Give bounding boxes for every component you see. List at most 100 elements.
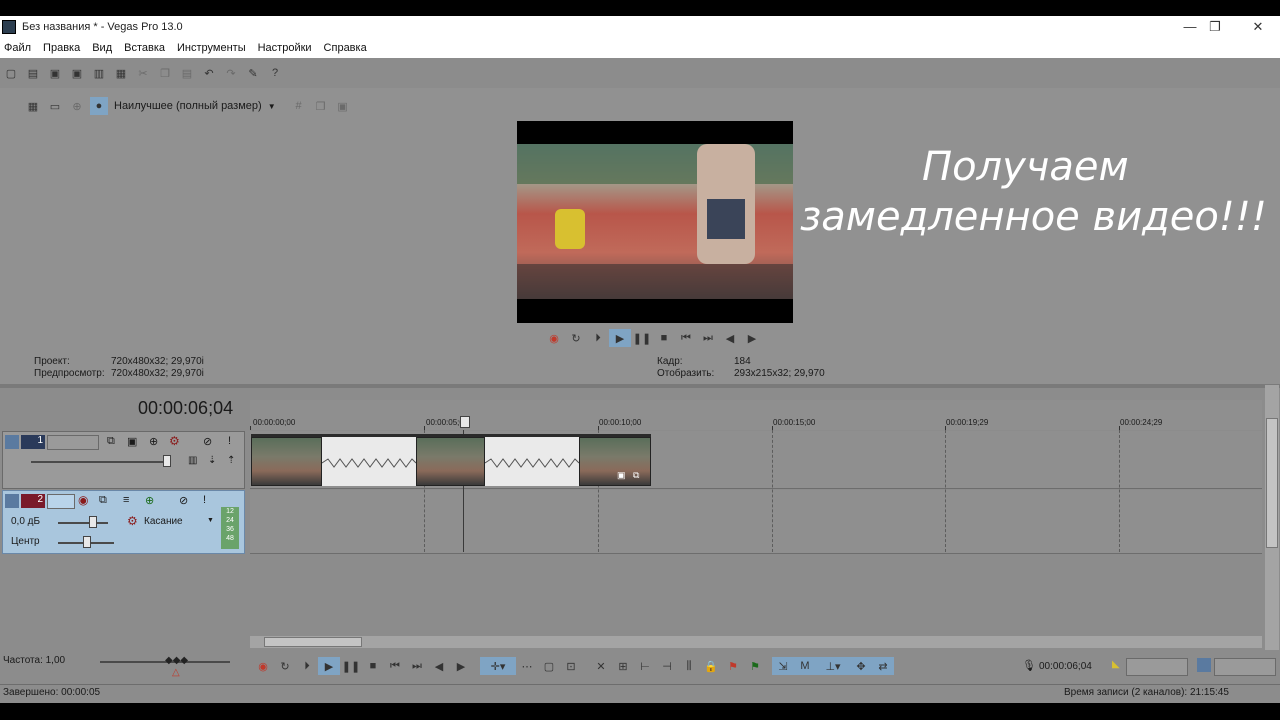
trim-start-icon[interactable]: ⊢ (634, 657, 656, 675)
insert-fx-icon[interactable]: ⊕ (145, 494, 154, 507)
selection-tool-icon[interactable]: ▢ (538, 657, 560, 675)
chevron-down-icon[interactable]: ▼ (207, 517, 214, 524)
split-screen-icon[interactable]: ⊕ (68, 97, 86, 115)
play-icon[interactable]: ▶ (318, 657, 340, 675)
audio-track-header[interactable]: 2 ◉ ⧉ ≡ ⊕ ⊘ ! 0,0 дБ ⚙ Касание ▼ Центр (2, 490, 245, 554)
solo-icon[interactable]: ! (228, 435, 231, 447)
snapping-icon[interactable]: ⇲ (772, 657, 794, 675)
track-name-field[interactable] (47, 494, 75, 509)
paste-icon[interactable]: ▤ (178, 64, 196, 82)
new-file-icon[interactable]: ▢ (2, 64, 20, 82)
invert-phase-icon[interactable]: ⧉ (99, 494, 107, 507)
pan-slider-knob[interactable] (83, 536, 91, 548)
normal-edit-tool-icon[interactable]: ✛▾ (480, 657, 516, 675)
automation-mode[interactable]: Касание (144, 516, 183, 527)
video-track-header[interactable]: 1 ⧉ ▣ ⊕ ⚙ ⊘ ! ▥ ⇣ ⇡ (2, 431, 245, 489)
go-to-end-icon[interactable]: ⏭ (697, 329, 719, 347)
menu-insert[interactable]: Вставка (118, 42, 171, 54)
pause-icon[interactable]: ❚❚ (631, 329, 653, 347)
menu-tools[interactable]: Инструменты (171, 42, 252, 54)
volume-slider-knob[interactable] (89, 516, 97, 528)
record-icon[interactable]: ◉ (543, 329, 565, 347)
horizontal-scrollbar[interactable] (250, 636, 1262, 648)
lock-envelopes-icon[interactable]: ✥ (850, 657, 872, 675)
open-folder-icon[interactable]: ▤ (24, 64, 42, 82)
expand-icon[interactable]: ▥ (188, 455, 197, 466)
level-slider-knob[interactable] (163, 455, 171, 467)
envelope-tool-icon[interactable]: ⋯ (516, 657, 538, 675)
preview-properties-icon[interactable]: ▦ (24, 97, 42, 115)
redo-icon[interactable]: ↷ (222, 64, 240, 82)
pause-icon[interactable]: ❚❚ (340, 657, 362, 675)
edit-tool-icon[interactable]: ✎ (244, 64, 262, 82)
close-button[interactable]: ✕ (1236, 16, 1280, 38)
track-collapse-icon[interactable] (5, 494, 19, 508)
record-arm-icon[interactable]: ◉ (78, 493, 88, 507)
whats-this-icon[interactable]: ? (266, 64, 284, 82)
cursor-position[interactable]: 00:00:06;04 (1039, 661, 1092, 672)
marker-icon[interactable]: ⚑ (722, 657, 744, 675)
restore-button[interactable]: ❐ (1193, 16, 1237, 38)
vertical-scrollbar-thumb[interactable] (1266, 418, 1278, 548)
loop-icon[interactable]: ↻ (274, 657, 296, 675)
audio-track-lane[interactable] (250, 490, 1262, 554)
play-from-start-icon[interactable]: ⏵ (587, 329, 609, 347)
mute-icon[interactable]: ⊘ (203, 435, 212, 448)
rate-slider-knob[interactable]: ◆◆◆ (165, 655, 188, 666)
stop-icon[interactable]: ■ (653, 329, 675, 347)
menu-help[interactable]: Справка (318, 42, 373, 54)
go-to-start-icon[interactable]: ⏮ (675, 329, 697, 347)
ignore-grouping-icon[interactable]: ⇄ (872, 657, 894, 675)
save-icon[interactable]: ▣ (46, 64, 64, 82)
play-icon[interactable]: ▶ (609, 329, 631, 347)
automation-settings-icon[interactable]: ⚙ (169, 434, 180, 448)
menu-edit[interactable]: Правка (37, 42, 86, 54)
properties-icon[interactable]: ▦ (112, 64, 130, 82)
stop-icon[interactable]: ■ (362, 657, 384, 675)
overlays-icon[interactable]: ● (90, 97, 108, 115)
event-fx-icon[interactable]: ⧉ (633, 470, 639, 481)
mute-icon[interactable]: ⊘ (179, 494, 188, 507)
track-fx-icon[interactable]: ⊕ (149, 435, 158, 448)
loop-icon[interactable]: ↻ (565, 329, 587, 347)
render-icon[interactable]: ▥ (90, 64, 108, 82)
split-icon[interactable]: ⫼ (678, 657, 700, 675)
composite-mode-icon[interactable]: ⧉ (107, 435, 115, 448)
delete-icon[interactable]: ✕ (590, 657, 612, 675)
playhead-handle[interactable] (460, 416, 470, 428)
track-fx-icon[interactable]: ≡ (123, 494, 129, 506)
save-as-icon[interactable]: ▣ (68, 64, 86, 82)
arrow-up-icon[interactable]: ⇡ (227, 455, 235, 466)
copy-icon[interactable]: ❐ (156, 64, 174, 82)
go-to-end-icon[interactable]: ⏭ (406, 657, 428, 675)
auto-ripple-icon[interactable]: ⊥▾ (816, 657, 850, 675)
timeline-ruler[interactable]: 00:00:00;00 00:00:05;00 00:00:10;00 00:0… (250, 400, 1262, 430)
menu-view[interactable]: Вид (86, 42, 118, 54)
automation-gear-icon[interactable]: ⚙ (127, 514, 138, 528)
record-icon[interactable]: ◉ (252, 657, 274, 675)
region-icon[interactable]: ⚑ (744, 657, 766, 675)
event-pan-crop-icon[interactable]: ▣ (617, 470, 626, 481)
preview-quality-dropdown[interactable]: Наилучшее (полный размер) (114, 100, 262, 112)
play-from-start-icon[interactable]: ⏵ (296, 657, 318, 675)
selection-length-field[interactable] (1214, 658, 1276, 676)
selection-field[interactable] (1126, 658, 1188, 676)
zoom-tool-icon[interactable]: ⊡ (560, 657, 582, 675)
cut-icon[interactable]: ✂ (134, 64, 152, 82)
panel-divider[interactable] (0, 384, 1280, 388)
track-name-field[interactable] (47, 435, 99, 450)
trim-end-icon[interactable]: ⊣ (656, 657, 678, 675)
solo-icon[interactable]: ! (203, 494, 206, 506)
next-frame-icon[interactable]: ▶ (741, 329, 763, 347)
grid-icon[interactable]: # (290, 97, 308, 115)
prev-frame-icon[interactable]: ◀ (428, 657, 450, 675)
next-frame-icon[interactable]: ▶ (450, 657, 472, 675)
undo-icon[interactable]: ↶ (200, 64, 218, 82)
copy-snapshot-icon[interactable]: ❐ (312, 97, 330, 115)
go-to-start-icon[interactable]: ⏮ (384, 657, 406, 675)
trim-icon[interactable]: ⊞ (612, 657, 634, 675)
lock-icon[interactable]: 🔒 (700, 657, 722, 675)
level-slider[interactable] (31, 461, 171, 463)
auto-crossfade-icon[interactable]: M (794, 657, 816, 675)
track-collapse-icon[interactable] (5, 435, 19, 449)
